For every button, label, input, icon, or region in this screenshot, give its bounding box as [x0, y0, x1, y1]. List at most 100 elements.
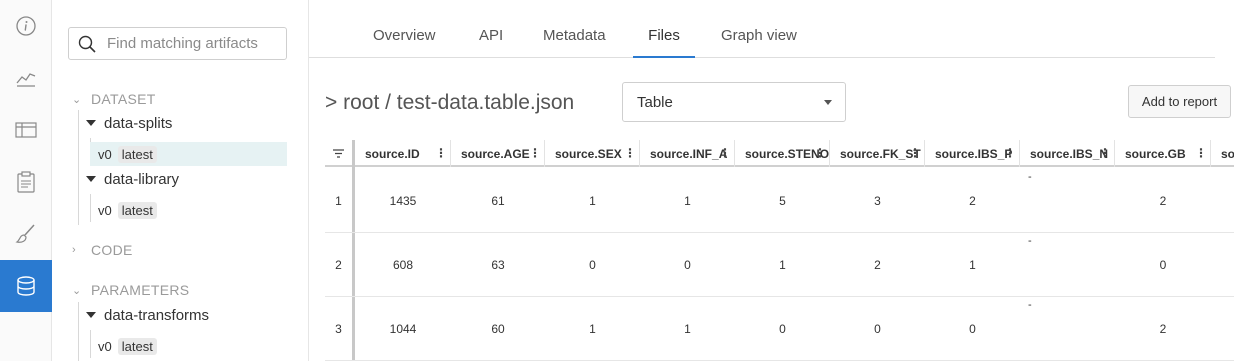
column-menu-icon[interactable]: ⋮: [1195, 146, 1207, 160]
table-cell: 1: [589, 194, 596, 208]
artifact-version-item[interactable]: v0 latest: [90, 334, 287, 358]
caret-down-icon: [86, 176, 96, 182]
artifact-group-name: data-transforms: [104, 306, 210, 324]
brush-icon[interactable]: [0, 208, 52, 260]
table-cell: 60: [491, 322, 505, 336]
tab-overview[interactable]: Overview: [373, 27, 436, 58]
tree-connector: [78, 302, 79, 361]
table-cell: 1: [779, 258, 786, 272]
table-cell: -: [1028, 235, 1032, 247]
tab-bar: Overview API Metadata Files Graph view: [309, 0, 1215, 58]
section-parameters[interactable]: ⌄ PARAMETERS: [72, 280, 189, 300]
search-input[interactable]: [107, 35, 277, 52]
table-cell: 1: [969, 258, 976, 272]
artifact-version-item[interactable]: v0 latest: [90, 142, 287, 166]
column-menu-icon[interactable]: ⋮: [529, 146, 541, 160]
filter-icon[interactable]: [325, 140, 355, 167]
row-number: 1: [335, 194, 342, 208]
column-header[interactable]: source.FK_ST ⋮: [830, 140, 925, 167]
column-header[interactable]: sou: [1211, 140, 1234, 167]
alias-badge: latest: [117, 145, 157, 163]
column-header[interactable]: source.GB ⋮: [1115, 140, 1211, 167]
caret-down-icon: [86, 120, 96, 126]
search-icon: [78, 35, 96, 53]
tab-graph-view[interactable]: Graph view: [721, 27, 797, 58]
table-cell: 2: [1159, 194, 1167, 208]
artifact-group-data-splits[interactable]: data-splits: [86, 112, 172, 134]
section-dataset[interactable]: ⌄ DATASET: [72, 89, 156, 109]
chart-line-icon[interactable]: [0, 52, 52, 104]
table-cell: 608: [392, 258, 414, 272]
view-type-value: Table: [637, 93, 673, 111]
artifact-search[interactable]: [68, 27, 287, 60]
artifact-version-item[interactable]: v0 latest: [90, 198, 287, 222]
artifact-group-data-library[interactable]: data-library: [86, 168, 179, 190]
column-header[interactable]: source.INF_A ⋮: [640, 140, 735, 167]
column-header[interactable]: source.STENO ⋮: [735, 140, 830, 167]
tree-connector: [78, 110, 79, 225]
nav-rail: [0, 0, 52, 361]
clipboard-icon[interactable]: [0, 156, 52, 208]
section-code[interactable]: › CODE: [72, 240, 133, 260]
column-header[interactable]: source.IBS_N ⋮: [1020, 140, 1115, 167]
table-cell: 61: [491, 194, 505, 208]
column-header[interactable]: source.SEX ⋮: [545, 140, 640, 167]
column-menu-icon[interactable]: ⋮: [1099, 146, 1111, 160]
table-cell: 3: [874, 194, 881, 208]
table-cell: 2: [874, 258, 881, 272]
column-menu-icon[interactable]: ⋮: [814, 146, 826, 160]
table-row: 3 1044 60 1 1 0 0 0 - 2: [325, 297, 1234, 361]
artifact-sidebar: ⌄ DATASET data-splits v0 latest data-lib…: [52, 0, 309, 361]
table-icon[interactable]: [0, 104, 52, 156]
table-cell: 0: [589, 258, 596, 272]
alias-badge: latest: [117, 337, 157, 355]
table-cell: 63: [491, 258, 505, 272]
section-title: DATASET: [91, 91, 156, 107]
table-cell: 0: [874, 322, 881, 336]
column-header[interactable]: source.AGE ⋮: [451, 140, 545, 167]
column-menu-icon[interactable]: ⋮: [624, 146, 636, 160]
add-to-report-button[interactable]: Add to report: [1128, 85, 1231, 118]
table-cell: 0: [779, 322, 786, 336]
table-row: 2 608 63 0 0 1 2 1 - 0: [325, 233, 1234, 297]
table-header: source.ID ⋮ source.AGE ⋮ source.SEX ⋮ sourc…: [325, 140, 1234, 167]
file-path-breadcrumb: > root / test-data.table.json: [325, 91, 575, 114]
table-row: 1 1435 61 1 1 5 3 2 - 2: [325, 169, 1234, 233]
dropdown-caret-icon: [824, 100, 832, 105]
table-cell: 0: [969, 322, 976, 336]
alias-badge: latest: [117, 201, 157, 219]
table-cell: 0: [1159, 258, 1167, 272]
table-cell: 1: [684, 322, 691, 336]
tab-metadata[interactable]: Metadata: [543, 27, 606, 58]
column-header[interactable]: source.IBS_P ⋮: [925, 140, 1020, 167]
app-window: ⌄ DATASET data-splits v0 latest data-lib…: [0, 0, 1234, 361]
tab-files[interactable]: Files: [633, 27, 695, 58]
table-cell: 5: [779, 194, 786, 208]
version-label: v0: [98, 338, 112, 354]
table-cell: 1044: [389, 322, 417, 336]
column-header[interactable]: source.ID ⋮: [355, 140, 451, 167]
column-menu-icon[interactable]: ⋮: [435, 146, 447, 160]
column-menu-icon[interactable]: ⋮: [719, 146, 731, 160]
column-menu-icon[interactable]: ⋮: [909, 146, 921, 160]
version-label: v0: [98, 202, 112, 218]
tab-api[interactable]: API: [479, 27, 503, 58]
section-title: CODE: [91, 242, 133, 258]
view-type-select[interactable]: Table: [622, 82, 846, 122]
table-cell: 2: [969, 194, 976, 208]
row-number: 2: [335, 258, 342, 272]
artifact-group-name: data-splits: [104, 114, 173, 132]
row-number: 3: [335, 322, 342, 336]
info-icon[interactable]: [0, 0, 52, 52]
data-table: source.ID ⋮ source.AGE ⋮ source.SEX ⋮ sourc…: [325, 140, 1234, 361]
table-cell: 1435: [389, 194, 417, 208]
table-cell: 1: [684, 194, 691, 208]
database-icon[interactable]: [0, 260, 52, 312]
table-cell: 2: [1159, 322, 1167, 336]
section-title: PARAMETERS: [91, 282, 190, 298]
main-panel: Overview API Metadata Files Graph view >…: [309, 0, 1234, 361]
version-label: v0: [98, 146, 112, 162]
table-cell: -: [1028, 299, 1032, 311]
column-menu-icon[interactable]: ⋮: [1004, 146, 1016, 160]
artifact-group-data-transforms[interactable]: data-transforms: [86, 304, 209, 326]
